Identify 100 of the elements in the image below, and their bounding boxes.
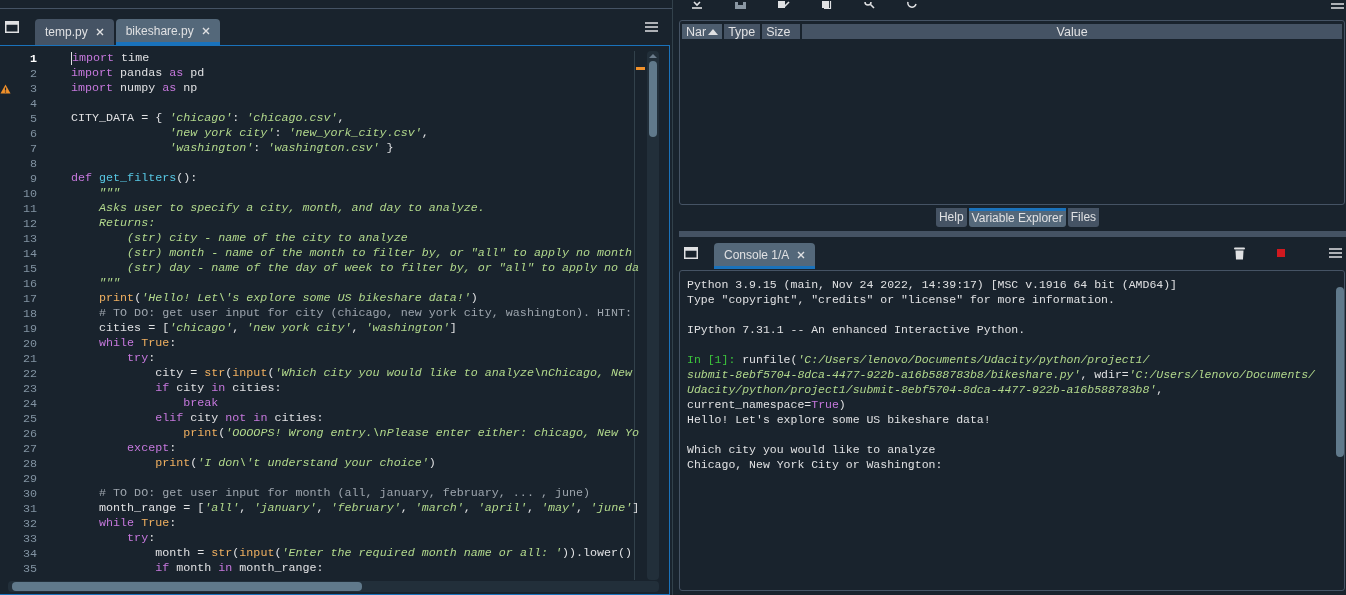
line-number: 3 bbox=[29, 81, 37, 96]
pane-tab[interactable]: Files bbox=[1067, 208, 1100, 227]
line-number: 1 bbox=[29, 51, 37, 66]
vertical-scrollbar[interactable] bbox=[647, 51, 659, 580]
code-line: """ bbox=[98, 276, 121, 291]
refresh-icon[interactable] bbox=[907, 1, 917, 9]
file-tab[interactable]: bikeshare.py bbox=[115, 19, 220, 45]
line-number: 5 bbox=[29, 111, 37, 126]
code-line: (str) day - name of the day of week to filter by, or "all" to apply no da bbox=[126, 261, 640, 276]
line-number: 12 bbox=[21, 216, 37, 231]
line-number: 13 bbox=[21, 231, 37, 246]
code-line: import numpy as np bbox=[71, 81, 198, 96]
pane-tab[interactable]: Variable Explorer bbox=[968, 208, 1066, 227]
horizontal-scrollbar[interactable] bbox=[8, 581, 659, 592]
console-line: Python 3.9.15 (main, Nov 24 2022, 14:39:17) [MSC v.1916 64 bit (AMD64)] bbox=[687, 277, 1177, 292]
menu-icon[interactable] bbox=[1331, 3, 1344, 9]
line-number: 29 bbox=[21, 471, 37, 486]
line-number: 28 bbox=[21, 456, 37, 471]
line-number: 20 bbox=[21, 336, 37, 351]
code-line: print('OOOOPS! Wrong entry.\nPlease enter either: chicago, New Yo bbox=[182, 426, 640, 441]
scroll-up-icon[interactable] bbox=[648, 53, 658, 59]
close-icon[interactable] bbox=[201, 26, 210, 35]
code-line: Returns: bbox=[98, 216, 156, 231]
line-number: 25 bbox=[21, 411, 37, 426]
line-number: 27 bbox=[21, 441, 37, 456]
scroll-thumb[interactable] bbox=[649, 61, 657, 137]
close-icon[interactable] bbox=[797, 250, 806, 259]
console-line: Hello! Let's explore some US bikeshare data! bbox=[687, 412, 991, 427]
line-number: 34 bbox=[21, 546, 37, 561]
menu-icon[interactable] bbox=[645, 22, 658, 32]
code-line: # TO DO: get user input for month (all, january, february, ... , june) bbox=[98, 486, 590, 501]
console-line: Chicago, New York City or Washington: bbox=[687, 457, 943, 472]
line-number: 11 bbox=[21, 201, 37, 216]
line-number: 35 bbox=[21, 561, 37, 576]
file-tab[interactable]: temp.py bbox=[35, 19, 114, 45]
trash-icon[interactable] bbox=[1234, 246, 1245, 260]
column-header[interactable]: Nar bbox=[682, 24, 725, 39]
column-header[interactable]: Type bbox=[724, 24, 763, 39]
line-number: 2 bbox=[29, 66, 37, 81]
window-icon[interactable] bbox=[5, 21, 19, 33]
scroll-thumb[interactable] bbox=[1336, 287, 1344, 457]
download-icon[interactable] bbox=[691, 1, 703, 9]
console-tab[interactable]: Console 1/A bbox=[714, 243, 816, 269]
window-icon[interactable] bbox=[684, 247, 698, 259]
console-line: submit-8ebf5704-8dca-4477-922b-a16b588783b8/bikeshare.py', wdir='C:/Users/lenovo/Documents/ bbox=[687, 367, 1316, 382]
code-line: month_range = ['all', 'january', 'february', 'march', 'april', 'may', 'june'] bbox=[98, 501, 640, 516]
line-number: 15 bbox=[21, 261, 37, 276]
code-line: 'new york city': 'new_york_city.csv', bbox=[168, 126, 429, 141]
line-number: 33 bbox=[21, 531, 37, 546]
line-number: 8 bbox=[29, 156, 37, 171]
column-header[interactable]: Size bbox=[762, 24, 803, 39]
code-line: try: bbox=[126, 531, 156, 546]
console-line: Which city you would like to analyze bbox=[687, 442, 936, 457]
line-number: 19 bbox=[21, 321, 37, 336]
code-line: # TO DO: get user input for city (chicago, new york city, washington). HINT: bbox=[98, 306, 633, 321]
code-line: month = str(input('Enter the required month name or all: ')).lower() bbox=[154, 546, 633, 561]
line-number: 14 bbox=[21, 246, 37, 261]
line-number: 16 bbox=[21, 276, 37, 291]
line-number: 17 bbox=[21, 291, 37, 306]
line-number: 4 bbox=[29, 96, 37, 111]
line-number: 18 bbox=[21, 306, 37, 321]
line-number: 24 bbox=[21, 396, 37, 411]
code-line: break bbox=[182, 396, 219, 411]
console-line: IPython 7.31.1 -- An enhanced Interactive Python. bbox=[687, 322, 1026, 337]
menu-icon[interactable] bbox=[1329, 248, 1342, 258]
line-number: 10 bbox=[21, 186, 37, 201]
code-line: import pandas as pd bbox=[71, 66, 205, 81]
code-line: city = str(input('Which city you would like to analyze\nChicago, New bbox=[154, 366, 633, 381]
copy-icon[interactable] bbox=[822, 1, 832, 9]
console-line: current_namespace=True) bbox=[687, 397, 846, 412]
line-number: 32 bbox=[21, 516, 37, 531]
code-line: while True: bbox=[98, 336, 177, 351]
code-line: import time bbox=[72, 51, 150, 66]
console-line: Udacity/python/project1/submit-8ebf5704-8dca-4477-922b-a16b588783b8', bbox=[687, 382, 1164, 397]
line-number: 6 bbox=[29, 126, 37, 141]
code-line: CITY_DATA = { 'chicago': 'chicago.csv', bbox=[71, 111, 345, 126]
scroll-thumb[interactable] bbox=[12, 582, 362, 591]
line-number: 23 bbox=[21, 381, 37, 396]
edit-icon[interactable] bbox=[778, 1, 790, 9]
code-line: def get_filters(): bbox=[71, 171, 198, 186]
code-line: if city in cities: bbox=[154, 381, 282, 396]
line-number: 21 bbox=[21, 351, 37, 366]
code-line: try: bbox=[126, 351, 156, 366]
pane-tab[interactable]: Help bbox=[935, 208, 967, 227]
line-number: 22 bbox=[21, 366, 37, 381]
code-line: print('Hello! Let\'s explore some US bikeshare data!') bbox=[98, 291, 478, 306]
code-line: print('I don\'t understand your choice') bbox=[154, 456, 436, 471]
code-line: (str) month - name of the month to filter by, or "all" to apply no month bbox=[126, 246, 633, 261]
code-line: if month in month_range: bbox=[154, 561, 324, 576]
code-line: (str) city - name of the city to analyze bbox=[126, 231, 408, 246]
close-icon[interactable] bbox=[95, 28, 104, 36]
code-line: Asks user to specify a city, month, and day to analyze. bbox=[97, 201, 485, 216]
line-number: 31 bbox=[21, 501, 37, 516]
line-number: 26 bbox=[21, 426, 37, 441]
column-header[interactable]: Value bbox=[802, 24, 1342, 39]
search-icon[interactable] bbox=[864, 1, 875, 9]
save-icon[interactable] bbox=[735, 2, 746, 9]
code-line: 'washington': 'washington.csv' } bbox=[168, 141, 394, 156]
line-number: 7 bbox=[29, 141, 37, 156]
code-line: except: bbox=[126, 441, 177, 456]
